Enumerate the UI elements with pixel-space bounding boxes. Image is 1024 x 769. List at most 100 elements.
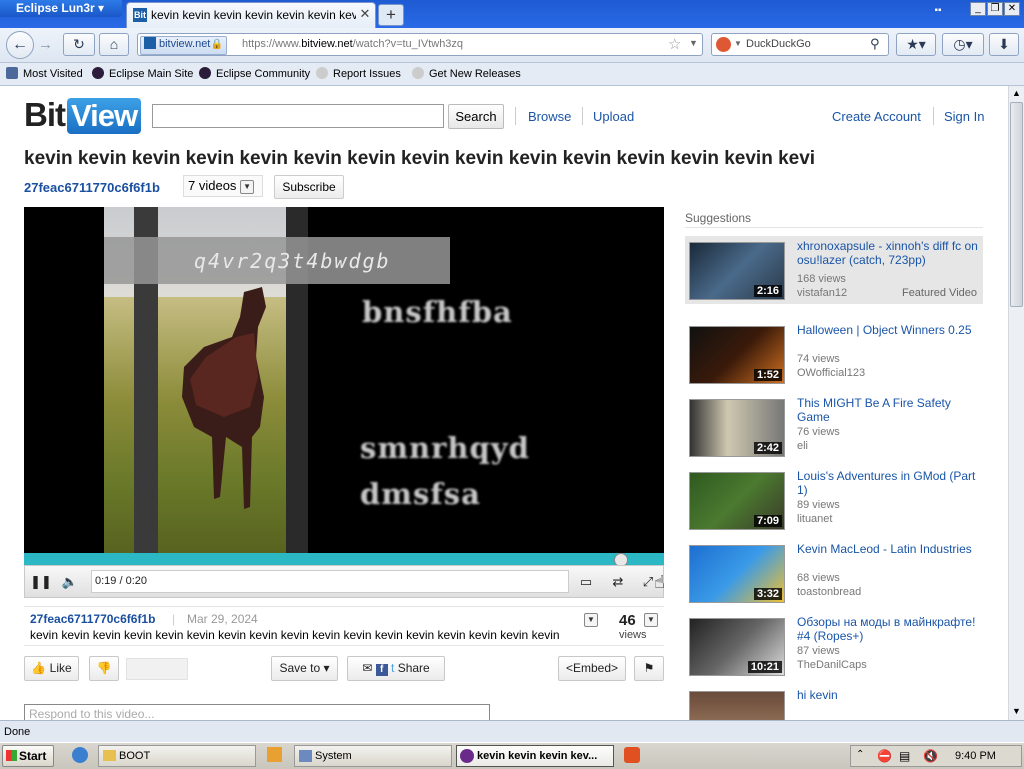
tab-active[interactable]: Bit kevin kevin kevin kevin kevin kevin … [126,2,376,28]
bitview-logo[interactable]: Bit View [24,96,142,136]
taskbar-item-browser[interactable]: kevin kevin kevin kev... [456,745,614,767]
window-menu-icon[interactable]: ▪▪ [930,5,946,19]
channel-link[interactable]: 27feac6711770c6f6f1b [24,180,160,195]
suggestion-title[interactable]: Halloween | Object Winners 0.25 [797,323,981,337]
close-window-button[interactable]: ✕ [1004,2,1020,16]
suggestion-user[interactable]: eli [797,440,808,452]
new-tab-button[interactable]: + [378,4,404,26]
pause-button[interactable]: ❚❚ [28,571,54,593]
create-account-link[interactable]: Create Account [832,109,921,124]
suggestion-thumbnail[interactable]: 2:42 [689,399,785,457]
player-controls: ❚❚ 🔈 0:19 / 0:20 ▭ ⇄ ⤢ [24,565,664,598]
taskbar-clock[interactable]: 9:40 PM [955,750,996,762]
video-count-dropdown[interactable]: 7 videos ▼ [183,175,263,197]
network-icon[interactable]: ⛔ [877,749,892,763]
popout-button[interactable]: ▭ [573,571,599,593]
url-dropdown-icon[interactable]: ▼ [689,38,698,48]
bookmark-report-issues[interactable]: Report Issues [316,67,401,80]
back-button[interactable]: ← [6,31,34,59]
embed-button[interactable]: <Embed> [558,656,626,681]
site-search-button[interactable]: Search [448,104,504,129]
video-player[interactable]: q4vr2q3t4bwdgb bnsfhfba smnrhqyd dmsfsa [24,207,664,553]
flag-icon: ⚑ [643,661,655,675]
suggestion-item[interactable]: 7:09 Louis's Adventures in GMod (Part 1)… [685,466,983,534]
restore-button[interactable]: ❐ [987,2,1003,16]
info-channel-link[interactable]: 27feac6711770c6f6f1b [30,612,155,626]
suggestion-item[interactable]: 1:52 Halloween | Object Winners 0.25 74 … [685,320,983,388]
video-progress-bar[interactable] [24,553,664,565]
suggestion-thumbnail[interactable]: 2:16 [689,242,785,300]
suggestion-thumbnail[interactable]: 10:21 [689,618,785,676]
share-button[interactable]: ✉ f t Share [347,656,445,681]
bookmark-get-new-releases[interactable]: Get New Releases [412,67,521,80]
scroll-down-icon[interactable]: ▼ [1012,706,1021,716]
stats-expand-button[interactable]: ▼ [644,613,658,627]
suggestion-title[interactable]: This MIGHT Be A Fire Safety Game [797,396,981,424]
scroll-thumb[interactable] [1010,102,1023,307]
suggestion-user[interactable]: lituanet [797,513,832,525]
subscribe-button[interactable]: Subscribe [274,175,344,199]
bookmarks-menu-button[interactable]: ★▾ [896,33,936,56]
reload-button[interactable]: ↻ [63,33,95,56]
upload-link[interactable]: Upload [593,109,634,124]
suggestion-item[interactable]: hi kevin [685,685,983,720]
media-player-icon[interactable] [267,747,282,762]
taskbar-item-system[interactable]: System [294,745,452,767]
suggestion-thumbnail[interactable]: 7:09 [689,472,785,530]
bookmark-eclipse-community[interactable]: Eclipse Community [199,67,310,80]
start-button[interactable]: Start [2,745,54,767]
scroll-up-icon[interactable]: ▲ [1012,88,1021,98]
suggestion-user[interactable]: toastonbread [797,586,861,598]
suggestion-title[interactable]: Louis's Adventures in GMod (Part 1) [797,469,981,497]
mail-icon: ✉ [362,661,373,675]
suggestion-user[interactable]: OWofficial123 [797,367,865,379]
suggestion-item[interactable]: 2:16 xhronoxapsule - xinnoh's diff fc on… [685,236,983,304]
bookmark-star-icon[interactable]: ☆ [668,35,681,53]
expand-description-button[interactable]: ▼ [584,613,598,627]
forward-button[interactable]: → [38,36,53,53]
volume-button[interactable]: 🔈 [57,571,83,593]
taskbar-item-boot[interactable]: BOOT [98,745,256,767]
battery-icon[interactable]: ▤ [899,749,910,763]
suggestion-user[interactable]: TheDanilCaps [797,659,867,671]
tray-expand-icon[interactable]: ⌃ [856,749,864,760]
upload-date: Mar 29, 2024 [187,612,258,626]
home-button[interactable]: ⌂ [99,33,129,56]
suggestion-thumbnail[interactable]: 1:52 [689,326,785,384]
downloads-button[interactable]: ⬇ [989,33,1019,56]
suggestion-title[interactable]: Kevin MacLeod - Latin Industries [797,542,981,556]
page-scrollbar[interactable]: ▲ ▼ [1008,86,1024,720]
save-to-button[interactable]: Save to ▾ [271,656,338,681]
suggestion-user[interactable]: vistafan12 [797,287,847,299]
suggestion-title[interactable]: Обзоры на моды в майнкрафте! #4 (Ropes+) [797,615,981,643]
site-search-input[interactable] [152,104,444,128]
site-identity-button[interactable]: bitview.net 🔒 [140,36,228,55]
flag-button[interactable]: ⚑ [634,656,664,681]
volume-muted-icon[interactable]: 🔇 [923,749,938,763]
web-search-box[interactable]: ▼ DuckDuckGo ⚲ [711,33,889,56]
sign-in-link[interactable]: Sign In [944,109,984,124]
fox-icon[interactable] [624,747,640,763]
loop-button[interactable]: ⇄ [605,571,631,593]
suggestion-item[interactable]: 10:21 Обзоры на моды в майнкрафте! #4 (R… [685,612,983,680]
like-button[interactable]: 👍 Like [24,656,79,681]
search-icon[interactable]: ⚲ [870,36,880,52]
chevron-down-icon[interactable]: ▼ [734,39,742,48]
suggestion-thumbnail[interactable]: 3:32 [689,545,785,603]
bookmark-eclipse-main[interactable]: Eclipse Main Site [92,67,193,80]
internet-explorer-icon[interactable] [72,747,88,763]
minimize-button[interactable]: _ [970,2,986,16]
suggestion-title[interactable]: xhronoxapsule - xinnoh's diff fc on osu!… [797,239,981,267]
app-menu-button[interactable]: Eclipse Lun3r ▾ [0,0,122,17]
suggestion-thumbnail[interactable] [689,691,785,720]
dislike-button[interactable]: 👎 [89,656,119,681]
comment-input[interactable]: Respond to this video... [24,704,490,720]
close-tab-icon[interactable]: ✕ [357,6,373,22]
history-button[interactable]: ◷▾ [942,33,984,56]
bookmark-most-visited[interactable]: Most Visited [6,67,83,80]
url-bar[interactable]: bitview.net 🔒 https://www.bitview.net/wa… [137,33,703,56]
browse-link[interactable]: Browse [528,109,571,124]
suggestion-item[interactable]: 3:32 Kevin MacLeod - Latin Industries 68… [685,539,983,607]
suggestion-item[interactable]: 2:42 This MIGHT Be A Fire Safety Game 76… [685,393,983,461]
suggestion-title[interactable]: hi kevin [797,688,981,702]
